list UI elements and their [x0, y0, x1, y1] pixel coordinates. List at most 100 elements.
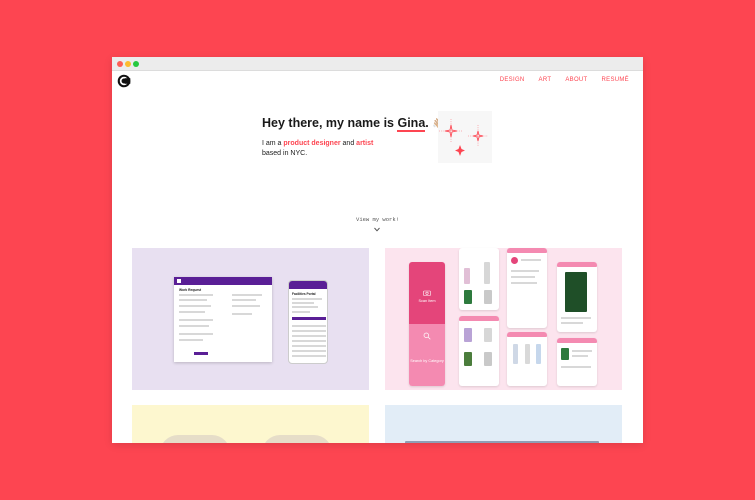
project-card-blue[interactable]: [385, 405, 622, 443]
nav-art[interactable]: ART: [539, 77, 552, 83]
camera-icon: [423, 290, 431, 296]
product-thumb: [525, 344, 530, 364]
project-card-art[interactable]: [132, 405, 369, 443]
phone-line: [292, 298, 322, 300]
profile-line: [521, 259, 541, 261]
period-text: .: [425, 116, 429, 130]
product-thumb: [536, 344, 541, 364]
top-nav: DESIGN ART ABOUT RESUMÉ: [500, 77, 629, 83]
product-thumb: [561, 348, 569, 360]
phone-line: [292, 325, 326, 327]
and-text: and: [340, 140, 357, 147]
review-line: [572, 350, 592, 352]
profile-line: [511, 276, 535, 278]
doc-line: [232, 313, 252, 315]
phone-line: [292, 350, 326, 352]
nav-about[interactable]: ABOUT: [565, 77, 587, 83]
detail-header-bar: [557, 262, 597, 267]
minimize-dot-icon[interactable]: [125, 61, 131, 67]
profile-screen: [507, 248, 547, 328]
phone-line: [292, 355, 326, 357]
intro-text: I am a: [262, 140, 284, 147]
nav-design[interactable]: DESIGN: [500, 77, 525, 83]
review-line: [572, 355, 588, 357]
product-thumb: [484, 328, 492, 342]
doc-line: [179, 294, 213, 296]
product-detail-screen: [557, 262, 597, 332]
product-thumb: [464, 328, 472, 342]
facilities-phone-mockup: Facilities Portal: [288, 280, 328, 364]
artwork-shape: [262, 435, 332, 443]
nav-resume[interactable]: RESUMÉ: [602, 77, 629, 83]
product-list-screen: [459, 316, 499, 386]
product-thumb: [464, 290, 472, 304]
category-header-bar: [507, 332, 547, 337]
phone-title: Facilities Portal: [292, 292, 316, 296]
search-category-label: Search by Category: [410, 358, 444, 363]
phone-line: [292, 335, 326, 337]
product-thumb: [484, 352, 492, 366]
doc-line: [179, 305, 211, 307]
product-designer-highlight: product designer: [283, 140, 341, 147]
sparkle-icon: [439, 119, 488, 156]
artwork-shape: [160, 435, 230, 443]
location-text: based in NYC.: [262, 150, 308, 157]
phone-button: [292, 317, 326, 320]
product-grid-screen: [459, 248, 499, 310]
product-thumb: [464, 352, 472, 366]
doc-line: [179, 299, 207, 301]
profile-line: [511, 282, 537, 284]
doc-header-bar: [174, 277, 272, 285]
doc-line: [179, 319, 213, 321]
phone-line: [292, 345, 326, 347]
doc-line: [232, 305, 260, 307]
profile-header-bar: [507, 248, 547, 253]
portfolio-site: DESIGN ART ABOUT RESUMÉ Hey there, my na…: [112, 71, 643, 443]
category-screen: [507, 332, 547, 386]
doc-submit-button: [194, 352, 208, 355]
avatar: [511, 257, 518, 264]
doc-line: [179, 311, 205, 313]
scan-item-label: Scan Item: [418, 299, 436, 304]
profile-line: [511, 270, 539, 272]
review-line: [561, 366, 591, 368]
sparkle-illustration: [438, 111, 492, 163]
app-home-screen: Scan Item Search by Category: [409, 262, 445, 386]
window-chrome: [112, 57, 643, 71]
phone-line: [292, 330, 326, 332]
chevron-down-icon[interactable]: [374, 227, 380, 232]
phone-line: [292, 302, 314, 304]
project-card-facilities[interactable]: Work Request Facilities Portal: [132, 248, 369, 390]
doc-line: [232, 294, 262, 296]
work-request-mockup: Work Request: [174, 277, 272, 362]
project-card-beauty-app[interactable]: Scan Item Search by Category: [385, 248, 622, 390]
doc-line: [179, 339, 203, 341]
phone-line: [292, 311, 310, 313]
list-header-bar: [459, 316, 499, 321]
maximize-dot-icon[interactable]: [133, 61, 139, 67]
review-screen: [557, 338, 597, 386]
product-thumb: [484, 290, 492, 304]
phone-line: [292, 340, 326, 342]
search-icon: [423, 332, 431, 340]
doc-line: [179, 333, 213, 335]
search-category-panel: Search by Category: [409, 324, 445, 386]
view-work-link[interactable]: View my work!: [112, 216, 643, 223]
phone-line: [292, 306, 318, 308]
logo-icon[interactable]: [117, 74, 131, 88]
detail-line: [561, 322, 583, 324]
hero-title: Hey there, my name is Gina. 👋🏼: [262, 116, 446, 132]
browser-window: DESIGN ART ABOUT RESUMÉ Hey there, my na…: [112, 57, 643, 443]
scan-item-panel: Scan Item: [409, 262, 445, 324]
name-text: Gina: [397, 116, 426, 132]
product-thumb: [484, 262, 490, 284]
doc-brand-icon: [177, 279, 181, 283]
detail-line: [561, 317, 591, 319]
phone-header-bar: [289, 281, 327, 289]
greeting-text: Hey there, my name is: [262, 116, 398, 130]
hero-intro: I am a product designer and artist based …: [262, 139, 402, 159]
doc-line: [232, 299, 256, 301]
doc-title: Work Request: [179, 288, 202, 292]
close-dot-icon[interactable]: [117, 61, 123, 67]
review-header-bar: [557, 338, 597, 343]
